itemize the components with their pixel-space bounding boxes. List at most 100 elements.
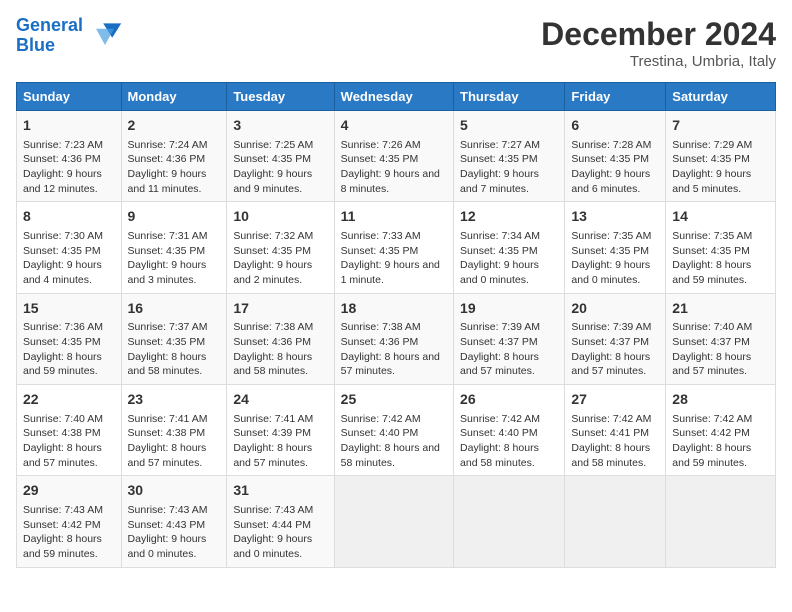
day-number: 8 — [23, 207, 115, 227]
day-info: Sunrise: 7:40 AMSunset: 4:37 PMDaylight:… — [672, 320, 769, 379]
day-number: 23 — [128, 390, 221, 410]
month-title: December 2024 — [541, 16, 776, 53]
title-block: December 2024 Trestina, Umbria, Italy — [541, 16, 776, 70]
calendar-cell: 15Sunrise: 7:36 AMSunset: 4:35 PMDayligh… — [17, 293, 122, 384]
calendar-cell: 2Sunrise: 7:24 AMSunset: 4:36 PMDaylight… — [121, 111, 227, 202]
day-info: Sunrise: 7:40 AMSunset: 4:38 PMDaylight:… — [23, 412, 115, 471]
calendar-cell: 29Sunrise: 7:43 AMSunset: 4:42 PMDayligh… — [17, 476, 122, 567]
calendar-cell: 5Sunrise: 7:27 AMSunset: 4:35 PMDaylight… — [454, 111, 565, 202]
calendar-cell: 26Sunrise: 7:42 AMSunset: 4:40 PMDayligh… — [454, 385, 565, 476]
day-number: 14 — [672, 207, 769, 227]
column-header-wednesday: Wednesday — [334, 83, 453, 111]
calendar-cell: 27Sunrise: 7:42 AMSunset: 4:41 PMDayligh… — [565, 385, 666, 476]
calendar-cell: 3Sunrise: 7:25 AMSunset: 4:35 PMDaylight… — [227, 111, 334, 202]
day-number: 24 — [233, 390, 327, 410]
day-info: Sunrise: 7:36 AMSunset: 4:35 PMDaylight:… — [23, 320, 115, 379]
calendar-cell — [454, 476, 565, 567]
calendar-cell: 11Sunrise: 7:33 AMSunset: 4:35 PMDayligh… — [334, 202, 453, 293]
calendar-table: SundayMondayTuesdayWednesdayThursdayFrid… — [16, 82, 776, 568]
calendar-cell — [334, 476, 453, 567]
calendar-cell: 22Sunrise: 7:40 AMSunset: 4:38 PMDayligh… — [17, 385, 122, 476]
day-number: 10 — [233, 207, 327, 227]
logo-icon — [87, 18, 123, 54]
day-info: Sunrise: 7:30 AMSunset: 4:35 PMDaylight:… — [23, 229, 115, 288]
calendar-cell: 8Sunrise: 7:30 AMSunset: 4:35 PMDaylight… — [17, 202, 122, 293]
calendar-week-2: 8Sunrise: 7:30 AMSunset: 4:35 PMDaylight… — [17, 202, 776, 293]
calendar-cell: 28Sunrise: 7:42 AMSunset: 4:42 PMDayligh… — [666, 385, 776, 476]
calendar-cell: 24Sunrise: 7:41 AMSunset: 4:39 PMDayligh… — [227, 385, 334, 476]
day-number: 6 — [571, 116, 659, 136]
day-info: Sunrise: 7:28 AMSunset: 4:35 PMDaylight:… — [571, 138, 659, 197]
calendar-body: 1Sunrise: 7:23 AMSunset: 4:36 PMDaylight… — [17, 111, 776, 568]
location-subtitle: Trestina, Umbria, Italy — [541, 53, 776, 70]
day-number: 21 — [672, 299, 769, 319]
calendar-cell: 30Sunrise: 7:43 AMSunset: 4:43 PMDayligh… — [121, 476, 227, 567]
calendar-cell: 14Sunrise: 7:35 AMSunset: 4:35 PMDayligh… — [666, 202, 776, 293]
column-header-thursday: Thursday — [454, 83, 565, 111]
calendar-cell: 18Sunrise: 7:38 AMSunset: 4:36 PMDayligh… — [334, 293, 453, 384]
day-number: 31 — [233, 481, 327, 501]
day-number: 1 — [23, 116, 115, 136]
day-number: 20 — [571, 299, 659, 319]
day-info: Sunrise: 7:33 AMSunset: 4:35 PMDaylight:… — [341, 229, 447, 288]
calendar-week-4: 22Sunrise: 7:40 AMSunset: 4:38 PMDayligh… — [17, 385, 776, 476]
day-info: Sunrise: 7:32 AMSunset: 4:35 PMDaylight:… — [233, 229, 327, 288]
day-number: 15 — [23, 299, 115, 319]
day-info: Sunrise: 7:37 AMSunset: 4:35 PMDaylight:… — [128, 320, 221, 379]
day-number: 27 — [571, 390, 659, 410]
calendar-cell: 23Sunrise: 7:41 AMSunset: 4:38 PMDayligh… — [121, 385, 227, 476]
calendar-cell: 1Sunrise: 7:23 AMSunset: 4:36 PMDaylight… — [17, 111, 122, 202]
day-info: Sunrise: 7:43 AMSunset: 4:44 PMDaylight:… — [233, 503, 327, 562]
calendar-header-row: SundayMondayTuesdayWednesdayThursdayFrid… — [17, 83, 776, 111]
column-header-friday: Friday — [565, 83, 666, 111]
calendar-cell: 17Sunrise: 7:38 AMSunset: 4:36 PMDayligh… — [227, 293, 334, 384]
day-info: Sunrise: 7:23 AMSunset: 4:36 PMDaylight:… — [23, 138, 115, 197]
calendar-cell: 21Sunrise: 7:40 AMSunset: 4:37 PMDayligh… — [666, 293, 776, 384]
day-number: 25 — [341, 390, 447, 410]
day-number: 29 — [23, 481, 115, 501]
day-number: 11 — [341, 207, 447, 227]
day-info: Sunrise: 7:43 AMSunset: 4:43 PMDaylight:… — [128, 503, 221, 562]
calendar-week-5: 29Sunrise: 7:43 AMSunset: 4:42 PMDayligh… — [17, 476, 776, 567]
day-number: 4 — [341, 116, 447, 136]
calendar-cell: 7Sunrise: 7:29 AMSunset: 4:35 PMDaylight… — [666, 111, 776, 202]
calendar-cell: 4Sunrise: 7:26 AMSunset: 4:35 PMDaylight… — [334, 111, 453, 202]
day-number: 13 — [571, 207, 659, 227]
day-info: Sunrise: 7:29 AMSunset: 4:35 PMDaylight:… — [672, 138, 769, 197]
day-number: 7 — [672, 116, 769, 136]
logo-text: General Blue — [16, 16, 83, 56]
day-info: Sunrise: 7:38 AMSunset: 4:36 PMDaylight:… — [233, 320, 327, 379]
day-number: 22 — [23, 390, 115, 410]
logo: General Blue — [16, 16, 123, 56]
calendar-cell: 12Sunrise: 7:34 AMSunset: 4:35 PMDayligh… — [454, 202, 565, 293]
day-info: Sunrise: 7:42 AMSunset: 4:40 PMDaylight:… — [460, 412, 558, 471]
calendar-cell: 9Sunrise: 7:31 AMSunset: 4:35 PMDaylight… — [121, 202, 227, 293]
calendar-cell: 6Sunrise: 7:28 AMSunset: 4:35 PMDaylight… — [565, 111, 666, 202]
day-info: Sunrise: 7:41 AMSunset: 4:38 PMDaylight:… — [128, 412, 221, 471]
column-header-sunday: Sunday — [17, 83, 122, 111]
day-number: 9 — [128, 207, 221, 227]
day-info: Sunrise: 7:31 AMSunset: 4:35 PMDaylight:… — [128, 229, 221, 288]
day-number: 30 — [128, 481, 221, 501]
day-number: 2 — [128, 116, 221, 136]
day-info: Sunrise: 7:39 AMSunset: 4:37 PMDaylight:… — [460, 320, 558, 379]
day-number: 28 — [672, 390, 769, 410]
calendar-week-3: 15Sunrise: 7:36 AMSunset: 4:35 PMDayligh… — [17, 293, 776, 384]
day-number: 16 — [128, 299, 221, 319]
day-number: 19 — [460, 299, 558, 319]
day-info: Sunrise: 7:42 AMSunset: 4:41 PMDaylight:… — [571, 412, 659, 471]
calendar-cell: 16Sunrise: 7:37 AMSunset: 4:35 PMDayligh… — [121, 293, 227, 384]
day-info: Sunrise: 7:38 AMSunset: 4:36 PMDaylight:… — [341, 320, 447, 379]
day-info: Sunrise: 7:27 AMSunset: 4:35 PMDaylight:… — [460, 138, 558, 197]
calendar-cell: 10Sunrise: 7:32 AMSunset: 4:35 PMDayligh… — [227, 202, 334, 293]
day-number: 3 — [233, 116, 327, 136]
day-number: 17 — [233, 299, 327, 319]
calendar-cell: 25Sunrise: 7:42 AMSunset: 4:40 PMDayligh… — [334, 385, 453, 476]
column-header-saturday: Saturday — [666, 83, 776, 111]
calendar-cell: 31Sunrise: 7:43 AMSunset: 4:44 PMDayligh… — [227, 476, 334, 567]
day-info: Sunrise: 7:35 AMSunset: 4:35 PMDaylight:… — [571, 229, 659, 288]
day-info: Sunrise: 7:42 AMSunset: 4:42 PMDaylight:… — [672, 412, 769, 471]
column-header-monday: Monday — [121, 83, 227, 111]
calendar-cell — [666, 476, 776, 567]
day-info: Sunrise: 7:41 AMSunset: 4:39 PMDaylight:… — [233, 412, 327, 471]
